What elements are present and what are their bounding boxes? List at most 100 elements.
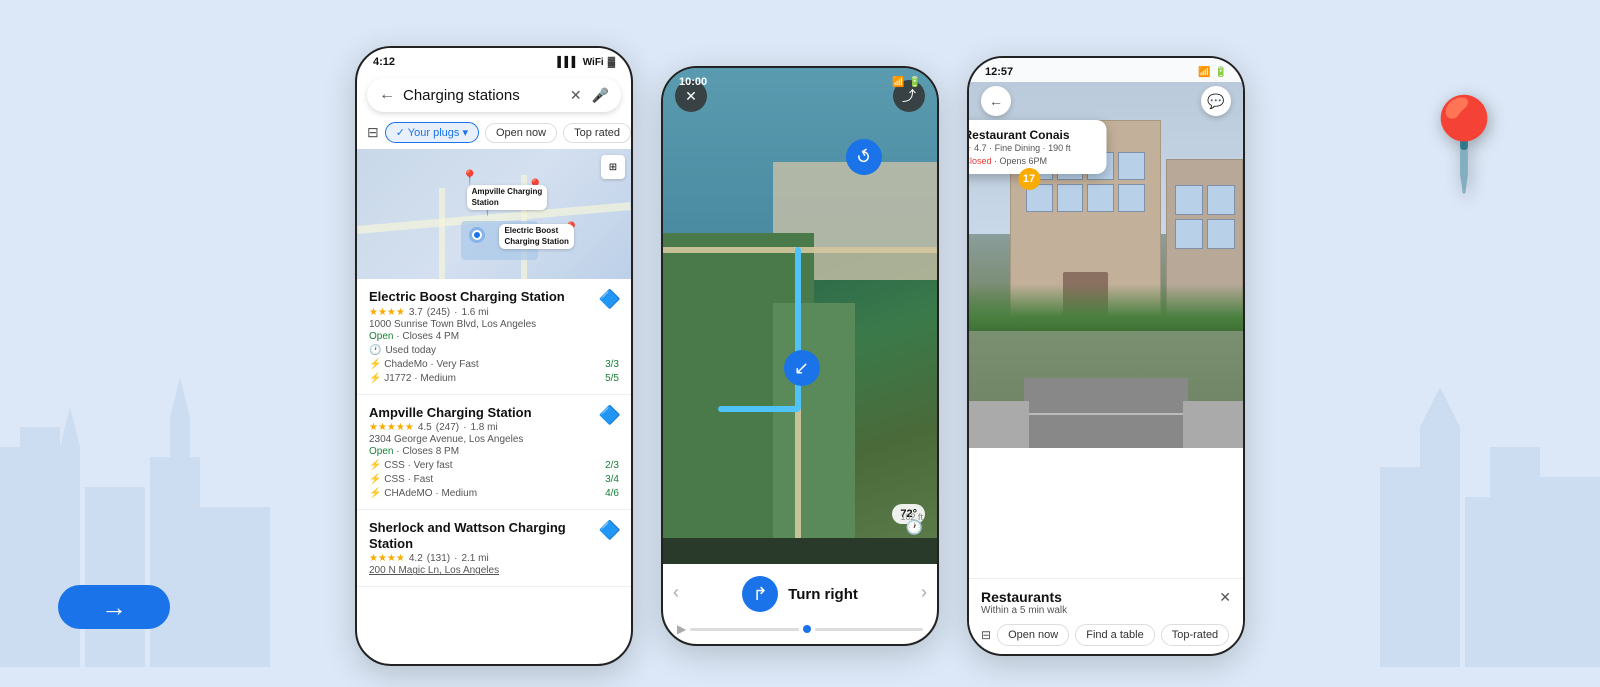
poi-stars: ★ [969,143,972,153]
filter-chip-top-rated[interactable]: Top rated [563,123,631,143]
filter-chip-your-plugs[interactable]: ✓ Your plugs ▾ [385,122,479,143]
navigate-station-2[interactable]: 🔷 [599,405,621,426]
filter-chip-open-now[interactable]: Open now [485,123,557,143]
clear-icon[interactable]: ✕ [570,87,582,104]
charger-icon-1a: ⚡ [369,359,381,370]
panel-filter-find-table[interactable]: Find a table [1075,624,1154,646]
panel-filters: ⊟ Open now Find a table Top-rated More [981,624,1231,646]
mic-icon[interactable]: 🎤 [592,87,609,104]
sv-ground [969,331,1243,448]
charger-avail-1b: 5/5 [605,373,619,384]
sv-content: 12:57 📶 🔋 [969,58,1243,654]
search-bar[interactable]: ← Charging stations ✕ 🎤 [367,78,621,112]
used-today-1: 🕐 Used today [369,345,619,356]
panel-close-button[interactable]: ✕ [1219,589,1231,606]
phone-charging-stations: 4:12 ▌▌▌ WiFi ▓ ← Charging stations ✕ 🎤 … [355,46,633,666]
street-view-image [969,58,1243,448]
station-status-2: Open · Closes 8 PM [369,446,619,457]
distance-3: 2.1 mi [461,553,488,564]
map-background: 📍 📍 📍 📍 Ampville ChargingStation Electri… [357,149,631,279]
filter-settings-icon[interactable]: ⊟ [367,124,379,141]
panel-title-block: Restaurants Within a 5 min walk [981,589,1067,616]
map-area: 📍 📍 📍 📍 Ampville ChargingStation Electri… [357,149,631,279]
station-item-ampville[interactable]: Ampville Charging Station ★★★★★ 4.5 (247… [357,395,631,511]
poi-card[interactable]: Restaurant Conais ★ 4.7 · Fine Dining · … [969,120,1107,174]
next-step-icon[interactable]: › [921,582,927,603]
nav-progress-bar: ▶ [663,616,937,644]
poi-opens: · Opens 6PM [994,156,1047,166]
charger-row-1b: ⚡ J1772 · Medium 5/5 [369,373,619,384]
reviews-1: (245) [427,307,450,318]
phones-container: 4:12 ▌▌▌ WiFi ▓ ← Charging stations ✕ 🎤 … [0,20,1600,687]
play-icon[interactable]: ▶ [677,622,686,636]
status-bar-2: 10:00 📶 🔋 [663,68,937,92]
station-address-1: 1000 Sunrise Town Blvd, Los Angeles [369,319,619,330]
panel-filter-top-rated[interactable]: Top-rated [1161,624,1229,646]
turn-icon: ↱ [742,576,778,612]
station-name-3: Sherlock and Wattson Charging Station [369,520,619,551]
battery-icon-3: 🔋 [1215,67,1227,78]
stars-1: ★★★★ [369,307,405,318]
panel-header: Restaurants Within a 5 min walk ✕ [981,589,1231,616]
panel-filter-icon: ⊟ [981,628,991,642]
status-icons-3: 📶 🔋 [1198,67,1227,78]
search-text: Charging stations [403,87,562,104]
time-1: 4:12 [373,56,395,68]
charger-avail-2b: 3/4 [605,474,619,485]
charger-row-1a: ⚡ ChadeMo · Very Fast 3/3 [369,359,619,370]
station-status-1: Open · Closes 4 PM [369,331,619,342]
nav-path-h [718,406,800,412]
nav-chevrons-row: ‹ ↱ Turn right › [663,564,937,616]
panel-title: Restaurants [981,589,1067,605]
nav-path-v [795,247,801,412]
nav-turn-text: Turn right [788,586,858,603]
status-icons-1: ▌▌▌ WiFi ▓ [557,57,615,68]
nav-bottom-bar: ‹ ↱ Turn right › ▶ [663,564,937,644]
charger-icon-2c: ⚡ [369,488,381,499]
nav-content: 10:00 📶 🔋 [663,68,937,644]
panel-filter-open-now[interactable]: Open now [997,624,1069,646]
clock-icon: 🕐 [369,345,381,356]
phone-street-view: 12:57 📶 🔋 [967,56,1245,656]
status-bar-1: 4:12 ▌▌▌ WiFi ▓ [357,48,631,72]
charger-row-2c: ⚡ CHAdeMO · Medium 4/6 [369,488,619,499]
charger-row-2a: ⚡ CSS · Very fast 2/3 [369,460,619,471]
stars-3: ★★★★ [369,553,405,564]
station-address-2: 2304 George Avenue, Los Angeles [369,434,619,445]
station-name-1: Electric Boost Charging Station [369,289,619,305]
station-item-sherlock[interactable]: Sherlock and Wattson Charging Station ★★… [357,510,631,587]
station-item-electric-boost[interactable]: Electric Boost Charging Station ★★★★ 3.7… [357,279,631,395]
poi-status: Closed · Opens 6PM [969,156,1095,166]
map-label-electric: Electric BoostCharging Station [499,224,573,249]
progress-line-2 [815,628,923,631]
poi-closed-label: Closed [969,156,992,166]
wifi-icon-2: 📶 [892,77,904,88]
back-button[interactable]: ← [379,86,395,104]
reviews-2: (247) [436,422,459,433]
status-open-1: Open [369,331,393,342]
sv-back-button[interactable]: ← [981,86,1011,116]
poi-rating: 4.7 [974,143,987,153]
battery-icon: ▓ [608,57,615,68]
distance-1: 1.6 mi [461,307,488,318]
nav-instruction: ↱ Turn right [742,568,858,616]
sv-sidewalk-l [969,401,1029,448]
search-actions: ✕ 🎤 [570,87,609,104]
sv-road-line [1024,413,1188,415]
map-layers-button[interactable]: ⊞ [601,155,625,179]
aerial-green-2 [773,303,855,538]
sv-side-windows [1175,185,1235,250]
prev-step-icon[interactable]: ‹ [673,582,679,603]
restaurants-panel: Restaurants Within a 5 min walk ✕ ⊟ Open… [969,578,1243,654]
sv-sidewalk-r [1183,401,1243,448]
wifi-icon: WiFi [583,57,604,68]
filter-bar: ⊟ ✓ Your plugs ▾ Open now Top rated [357,118,631,149]
station-list: Electric Boost Charging Station ★★★★ 3.7… [357,279,631,587]
status-open-2: Open [369,446,393,457]
status-icons-2: 📶 🔋 [892,77,921,88]
nav-arrow-bottom: ↙ [784,350,820,386]
navigate-station-3[interactable]: 🔷 [599,520,621,541]
phone-navigation: 10:00 📶 🔋 [661,66,939,646]
sv-chat-button[interactable]: 💬 [1201,86,1231,116]
navigate-station-1[interactable]: 🔷 [599,289,621,310]
